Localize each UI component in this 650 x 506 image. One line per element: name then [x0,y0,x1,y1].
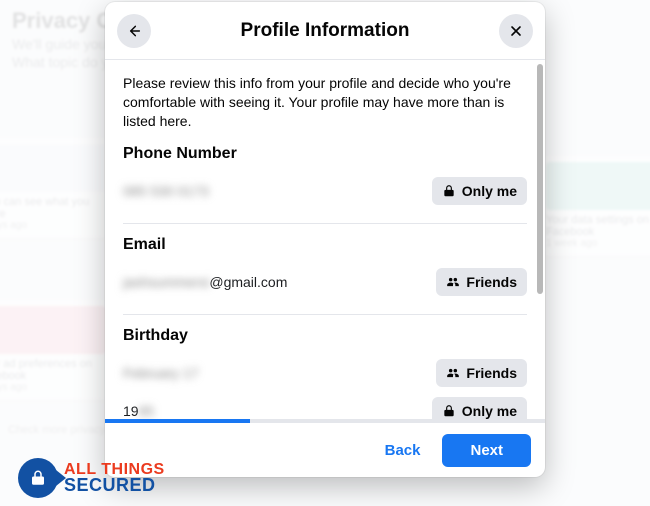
card-time: 3 days ago [0,220,106,231]
birthday-year-value: 1985 [123,403,154,419]
back-button[interactable] [117,14,151,48]
lock-icon [442,184,456,198]
birthday-year-audience-button[interactable]: Only me [432,397,527,419]
watermark-logo: ALL THINGS SECURED [18,458,165,498]
audience-label: Only me [462,403,517,419]
bg-card-who-can-see[interactable]: Who can see what you share 3 days ago [0,138,112,238]
lock-icon [442,404,456,418]
lock-icon [29,469,47,487]
birthday-heading: Birthday [123,327,527,345]
card-time: 1 week ago [546,238,650,249]
friends-icon [446,366,460,380]
section-birthday: Birthday February 17 Friends 1985 Only m… [123,327,527,419]
modal-header: Profile Information [105,2,545,60]
close-icon [508,23,524,39]
card-thumbnail [546,162,650,210]
bg-card-data-settings[interactable]: Your data settings on Facebook 1 week ag… [540,156,650,256]
card-title: Your ad preferences on Facebook [0,358,106,382]
card-title: Who can see what you share [0,196,106,220]
watermark-lock-badge [18,458,58,498]
birthday-day-value: February 17 [123,365,198,381]
email-heading: Email [123,236,527,254]
email-row: jashsummersi@gmail.com Friends [123,266,527,298]
intro-text: Please review this info from your profil… [123,74,527,131]
bg-card-ad-preferences[interactable]: Your ad preferences on Facebook 3 days a… [0,300,112,400]
watermark-line2: SECURED [64,477,165,493]
scrollbar-thumb[interactable] [537,64,543,294]
card-thumbnail [0,144,106,192]
section-phone: Phone Number 085 530 0173 Only me [123,145,527,224]
watermark-text: ALL THINGS SECURED [64,463,165,494]
audience-label: Friends [466,365,517,381]
email-value: jashsummersi@gmail.com [123,274,287,290]
audience-label: Only me [462,183,517,199]
progress-fill [105,419,250,423]
footer-back-button[interactable]: Back [371,434,435,467]
close-button[interactable] [499,14,533,48]
phone-audience-button[interactable]: Only me [432,177,527,205]
card-time: 3 days ago [0,382,106,393]
birthday-day-audience-button[interactable]: Friends [436,359,527,387]
card-thumbnail [0,306,106,354]
next-button[interactable]: Next [442,434,531,467]
friends-icon [446,275,460,289]
profile-information-modal: Profile Information Please review this i… [105,2,545,477]
card-title: Your data settings on Facebook [546,214,650,238]
email-audience-button[interactable]: Friends [436,268,527,296]
progress-bar [105,419,545,423]
arrow-left-icon [126,23,142,39]
birthday-year-row: 1985 Only me [123,395,527,419]
modal-title: Profile Information [241,20,410,42]
modal-footer: Back Next [105,423,545,477]
phone-row: 085 530 0173 Only me [123,175,527,207]
phone-heading: Phone Number [123,145,527,163]
birthday-day-row: February 17 Friends [123,357,527,389]
section-email: Email jashsummersi@gmail.com Friends [123,236,527,315]
modal-scroll-area: Please review this info from your profil… [105,60,545,419]
phone-value: 085 530 0173 [123,183,209,199]
audience-label: Friends [466,274,517,290]
